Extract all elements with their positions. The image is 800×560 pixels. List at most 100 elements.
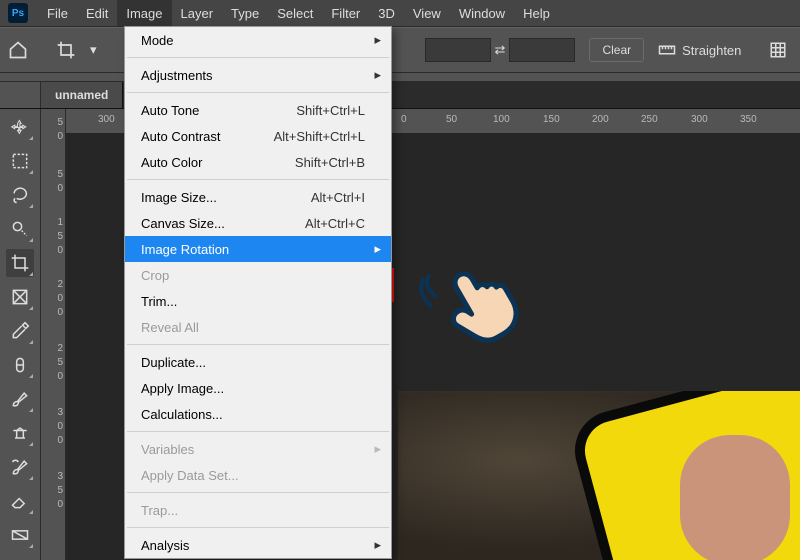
menu-item-shortcut: Shift+Ctrl+B [295, 155, 365, 170]
ruler-tick: 0 [43, 371, 63, 382]
ruler-tick: 300 [691, 114, 708, 125]
menu-item-label: Analysis [141, 538, 189, 553]
ruler-tick: 5 [43, 117, 63, 128]
menu-image[interactable]: Image [117, 0, 171, 26]
eyedropper-tool[interactable] [6, 317, 34, 345]
menu-item-shortcut: Alt+Ctrl+I [311, 190, 365, 205]
ruler-tick: 2 [43, 279, 63, 290]
image-menu-dropdown: ModeAdjustmentsAuto ToneShift+Ctrl+LAuto… [124, 26, 392, 559]
menu-item-auto-contrast[interactable]: Auto ContrastAlt+Shift+Ctrl+L [125, 123, 391, 149]
ruler-tick: 0 [43, 131, 63, 142]
ratio-field: ⇄ [425, 38, 576, 62]
menu-separator [127, 492, 389, 493]
history-brush-tool[interactable] [6, 453, 34, 481]
brush-tool[interactable] [6, 385, 34, 413]
menu-item-auto-color[interactable]: Auto Color Shift+Ctrl+B [125, 149, 391, 175]
marquee-tool[interactable] [6, 147, 34, 175]
menu-item-label: Apply Data Set... [141, 468, 239, 483]
opened-image [398, 391, 800, 560]
menu-separator [127, 57, 389, 58]
ruler-tick: 250 [641, 114, 658, 125]
ruler-tick: 0 [43, 293, 63, 304]
straighten-icon [658, 43, 676, 57]
menu-separator [127, 179, 389, 180]
menu-3d[interactable]: 3D [369, 0, 404, 26]
ratio-width-input[interactable] [425, 38, 491, 62]
ruler-tick: 5 [43, 169, 63, 180]
healing-brush-tool[interactable] [6, 351, 34, 379]
menu-item-label: Image Size... [141, 190, 217, 205]
menu-item-label: Auto Contrast [141, 129, 221, 144]
ruler-tick: 5 [43, 485, 63, 496]
menu-item-mode[interactable]: Mode [125, 27, 391, 53]
ruler-tick: 100 [493, 114, 510, 125]
menu-item-label: Crop [141, 268, 169, 283]
dropdown-caret-icon[interactable]: ▾ [90, 42, 97, 58]
menu-view[interactable]: View [404, 0, 450, 26]
menu-item-shortcut: Shift+Ctrl+L [296, 103, 365, 118]
tool-bar [0, 109, 41, 560]
lasso-tool[interactable] [6, 181, 34, 209]
quick-select-tool[interactable] [6, 215, 34, 243]
menu-item-image-size[interactable]: Image Size... Alt+Ctrl+I [125, 184, 391, 210]
gradient-tool[interactable] [6, 521, 34, 549]
menu-window[interactable]: Window [450, 0, 514, 26]
menu-item-label: Auto Tone [141, 103, 199, 118]
document-tab-row: unnamed [0, 82, 800, 109]
ruler-tick: 3 [43, 407, 63, 418]
grid-icon[interactable] [769, 37, 787, 63]
menu-item-trap: Trap... [125, 497, 391, 523]
vertical-ruler: 5050150200250300350 [41, 109, 66, 560]
clone-stamp-tool[interactable] [6, 419, 34, 447]
menu-item-duplicate[interactable]: Duplicate... [125, 349, 391, 375]
swap-icon[interactable]: ⇄ [495, 42, 506, 58]
menu-item-image-rotation[interactable]: Image Rotation [125, 236, 391, 262]
move-tool[interactable] [6, 113, 34, 141]
ruler-tick: 0 [43, 435, 63, 446]
menu-select[interactable]: Select [268, 0, 322, 26]
tutorial-pointer-icon [415, 236, 525, 346]
ruler-tick: 2 [43, 343, 63, 354]
menu-item-analysis[interactable]: Analysis [125, 532, 391, 558]
menu-separator [127, 92, 389, 93]
workspace: 5050150200250300350 30035005010015020025… [0, 109, 800, 560]
menu-item-label: Adjustments [141, 68, 213, 83]
menu-type[interactable]: Type [222, 0, 268, 26]
menu-help[interactable]: Help [514, 0, 559, 26]
ruler-tick: 0 [43, 421, 63, 432]
ruler-tick: 0 [43, 245, 63, 256]
menu-item-label: Trim... [141, 294, 177, 309]
clear-button[interactable]: Clear [589, 38, 644, 62]
menu-edit[interactable]: Edit [77, 0, 117, 26]
menu-file[interactable]: File [38, 0, 77, 26]
menu-item-apply-image[interactable]: Apply Image... [125, 375, 391, 401]
menu-separator [127, 431, 389, 432]
eraser-tool[interactable] [6, 487, 34, 515]
frame-tool[interactable] [6, 283, 34, 311]
menu-item-label: Apply Image... [141, 381, 224, 396]
ruler-tick: 0 [43, 307, 63, 318]
menu-item-trim[interactable]: Trim... [125, 288, 391, 314]
menu-item-label: Canvas Size... [141, 216, 225, 231]
menu-item-shortcut: Alt+Ctrl+C [305, 216, 365, 231]
panel-stripe [0, 73, 800, 82]
ruler-tick: 5 [43, 231, 63, 242]
menu-item-reveal-all: Reveal All [125, 314, 391, 340]
crop-preset-icon[interactable] [56, 37, 76, 63]
crop-tool[interactable] [6, 249, 34, 277]
menu-item-label: Auto Color [141, 155, 202, 170]
document-tab[interactable]: unnamed [41, 82, 123, 108]
app-logo: Ps [8, 3, 28, 23]
menu-item-apply-data-set: Apply Data Set... [125, 462, 391, 488]
ruler-tick: 200 [592, 114, 609, 125]
straighten-button[interactable]: Straighten [658, 43, 741, 58]
ratio-height-input[interactable] [509, 38, 575, 62]
home-icon[interactable] [8, 37, 28, 63]
menu-item-adjustments[interactable]: Adjustments [125, 62, 391, 88]
menu-layer[interactable]: Layer [172, 0, 223, 26]
menu-separator [127, 344, 389, 345]
menu-item-canvas-size[interactable]: Canvas Size... Alt+Ctrl+C [125, 210, 391, 236]
menu-item-auto-tone[interactable]: Auto Tone Shift+Ctrl+L [125, 97, 391, 123]
menu-item-calculations[interactable]: Calculations... [125, 401, 391, 427]
menu-filter[interactable]: Filter [322, 0, 369, 26]
